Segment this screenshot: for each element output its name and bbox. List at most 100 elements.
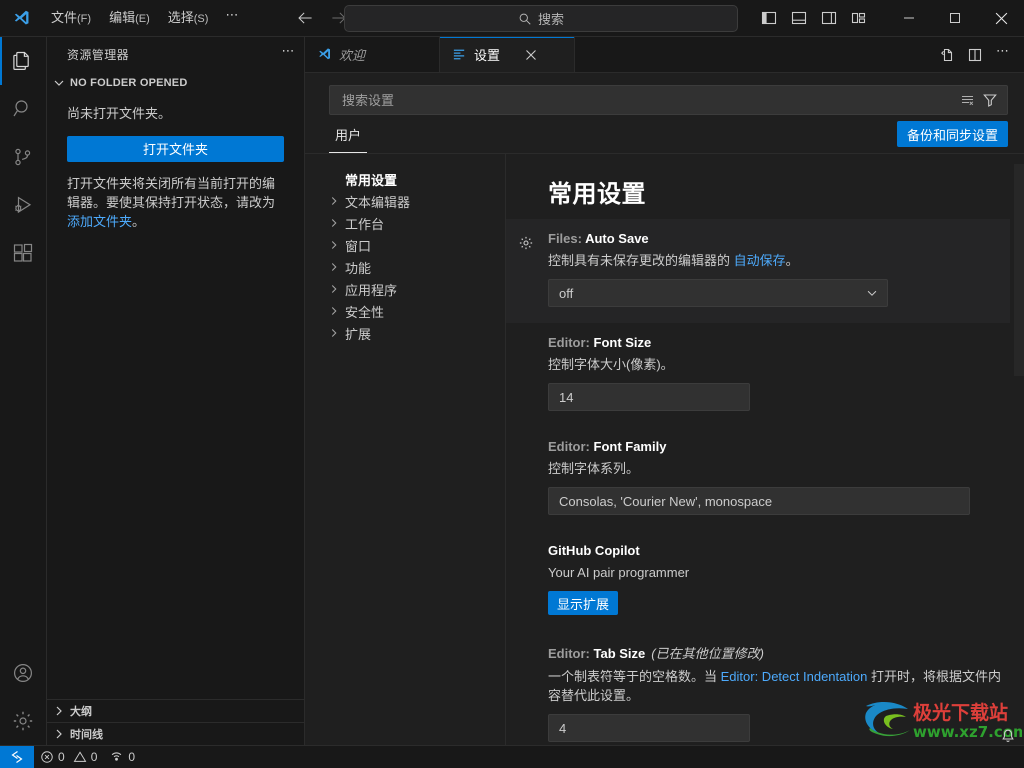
setting-row-editor-font-size[interactable]: Editor: Font Size 控制字体大小(像素)。 14 xyxy=(506,323,1010,427)
setting-title-files-auto-save: Files: Auto Save xyxy=(548,231,1010,246)
menu-edit-label: 编辑 xyxy=(109,9,136,25)
gear-icon xyxy=(11,709,35,733)
toc-item-application[interactable]: 应用程序 xyxy=(305,278,505,300)
split-editor-icon[interactable] xyxy=(962,42,988,68)
ellipsis-icon[interactable]: ⋯ xyxy=(990,38,1016,64)
sidebar-item-source-control[interactable] xyxy=(0,133,46,181)
font-size-input[interactable]: 14 xyxy=(548,383,750,411)
toc-item-commonly-used[interactable]: 常用设置 xyxy=(305,168,505,190)
settings-search-box[interactable] xyxy=(329,85,1008,115)
backup-and-sync-settings-button[interactable]: 备份和同步设置 xyxy=(896,121,1008,147)
toggle-secondary-sidebar-icon[interactable] xyxy=(816,5,842,31)
chevron-down-icon xyxy=(51,75,67,91)
sidebar-item-explorer[interactable] xyxy=(0,37,46,85)
setting-row-files-auto-save[interactable]: Files: Auto Save 控制具有未保存更改的编辑器的 自动保存。 of… xyxy=(506,219,1010,323)
hint-text-part2: 。 xyxy=(132,214,146,229)
vscode-logo-icon xyxy=(317,47,332,62)
toc-item-extensions-label: 扩展 xyxy=(345,326,372,342)
font-family-input[interactable]: Consolas, 'Courier New', monospace xyxy=(548,487,970,515)
sidebar-item-extensions[interactable] xyxy=(0,229,46,277)
sidebar-item-run-and-debug[interactable] xyxy=(0,181,46,229)
sidebar-section-outline-label: 大纲 xyxy=(70,706,92,718)
ports-status[interactable]: 0 xyxy=(103,746,141,768)
toc-item-security[interactable]: 安全性 xyxy=(305,300,505,322)
sidebar-item-search[interactable] xyxy=(0,85,46,133)
sidebar-more-actions[interactable]: ⋯ xyxy=(282,43,297,59)
settings-list-scrollbar[interactable] xyxy=(1014,164,1024,376)
open-folder-button[interactable]: 打开文件夹 xyxy=(67,136,284,162)
sidebar-section-outline[interactable]: 大纲 xyxy=(47,699,304,722)
problems-status[interactable]: 0 0 xyxy=(34,746,103,768)
chevron-right-icon xyxy=(327,304,341,318)
add-folder-link[interactable]: 添加文件夹 xyxy=(67,214,132,229)
activity-bar-spacer xyxy=(0,277,46,649)
close-icon[interactable] xyxy=(978,0,1024,36)
bell-icon[interactable] xyxy=(1000,728,1016,744)
sidebar-section-timeline[interactable]: 时间线 xyxy=(47,722,304,745)
gear-icon[interactable] xyxy=(518,235,534,251)
menu-edit[interactable]: 编辑(E) xyxy=(100,6,159,31)
desc-link[interactable]: Editor: Detect Indentation xyxy=(721,669,868,684)
no-folder-section-header[interactable]: NO FOLDER OPENED xyxy=(47,72,304,94)
setting-name: Tab Size xyxy=(593,646,646,661)
minimize-icon[interactable] xyxy=(886,0,932,36)
menu-file[interactable]: 文件(F) xyxy=(42,6,100,31)
editor-area: 欢迎 设置 ⋯ 搜索设置 用户 备份和同步设置 常用设置 文本编辑器 工作台 窗… xyxy=(305,37,1024,745)
menu-select-label: 选择 xyxy=(167,9,194,25)
toggle-primary-sidebar-icon[interactable] xyxy=(756,5,782,31)
command-center-label: 搜索 xyxy=(537,12,564,27)
sidebar-section-timeline-label: 时间线 xyxy=(70,729,103,741)
maximize-icon[interactable] xyxy=(932,0,978,36)
accounts-button[interactable] xyxy=(0,649,46,697)
tab-settings[interactable]: 设置 xyxy=(440,37,575,72)
setting-row-editor-tab-size[interactable]: Editor: Tab Size (已在其他位置修改) 一个制表符等于的空格数。当… xyxy=(506,631,1010,745)
setting-category: Editor: xyxy=(548,646,594,661)
toc-item-text-editor[interactable]: 文本编辑器 xyxy=(305,190,505,212)
settings-table-of-contents: 常用设置 文本编辑器 工作台 窗口 功能 应用程序 安全性 扩展 xyxy=(305,154,506,745)
show-extension-button[interactable]: 显示扩展 xyxy=(548,591,619,615)
settings-scope-tabs: 用户 备份和同步设置 xyxy=(305,115,1024,154)
toc-item-workbench[interactable]: 工作台 xyxy=(305,212,505,234)
setting-row-editor-font-family[interactable]: Editor: Font Family 控制字体系列。 Consolas, 'C… xyxy=(506,427,1010,531)
toggle-panel-icon[interactable] xyxy=(786,5,812,31)
toc-item-features[interactable]: 功能 xyxy=(305,256,505,278)
setting-title-editor-font-size: Editor: Font Size xyxy=(548,335,1010,350)
tab-user-settings[interactable]: 用户 xyxy=(329,116,368,153)
editor-actions: ⋯ xyxy=(934,37,1024,72)
setting-row-github-copilot[interactable]: GitHub Copilot Your AI pair programmer 显… xyxy=(506,531,1010,631)
manage-button[interactable] xyxy=(0,697,46,745)
menu-more-button[interactable]: ⋯ xyxy=(217,4,247,26)
tab-size-value: 4 xyxy=(559,720,567,736)
warning-icon xyxy=(73,750,87,764)
auto-save-select[interactable]: off xyxy=(548,279,888,307)
desc-link[interactable]: 自动保存 xyxy=(734,253,786,268)
remote-indicator-icon[interactable] xyxy=(0,746,34,768)
ports-count: 0 xyxy=(128,750,136,764)
workbench-body: 资源管理器 ⋯ NO FOLDER OPENED 尚未打开文件夹。 打开文件夹 … xyxy=(0,37,1024,745)
search-input[interactable] xyxy=(340,91,957,109)
no-folder-section-label: NO FOLDER OPENED xyxy=(70,77,188,89)
arrow-left-icon[interactable] xyxy=(295,7,317,29)
customize-layout-icon[interactable] xyxy=(846,5,872,31)
toc-item-window[interactable]: 窗口 xyxy=(305,234,505,256)
setting-category: Files: xyxy=(548,231,586,246)
clear-filter-icon[interactable] xyxy=(957,89,979,111)
error-icon xyxy=(40,750,54,764)
tab-size-input[interactable]: 4 xyxy=(548,714,750,742)
close-icon[interactable] xyxy=(523,47,539,63)
sidebar-header: 资源管理器 ⋯ xyxy=(47,37,304,72)
settings-main: 常用设置 文本编辑器 工作台 窗口 功能 应用程序 安全性 扩展 常用设置 Fi… xyxy=(305,154,1024,745)
menu-edit-key: (E) xyxy=(135,12,150,25)
settings-list-icon xyxy=(452,47,467,62)
menu-select[interactable]: 选择(S) xyxy=(159,6,218,31)
files-icon xyxy=(11,49,35,73)
auto-save-value: off xyxy=(559,285,574,301)
funnel-icon[interactable] xyxy=(979,89,1001,111)
chevron-right-icon xyxy=(51,703,67,719)
toc-item-extensions[interactable]: 扩展 xyxy=(305,322,505,344)
open-file-icon[interactable] xyxy=(934,42,960,68)
toc-item-features-label: 功能 xyxy=(345,260,372,276)
command-center[interactable]: 搜索 xyxy=(344,5,738,32)
toc-item-commonly-used-label: 常用设置 xyxy=(345,172,398,188)
tab-welcome[interactable]: 欢迎 xyxy=(305,37,440,72)
